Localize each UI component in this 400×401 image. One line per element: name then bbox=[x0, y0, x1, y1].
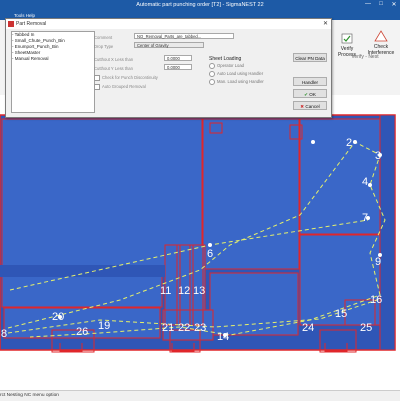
nest-canvas[interactable]: 2 3 4 7 9 6 11 12 13 15 16 20 19 26 21 2… bbox=[0, 95, 400, 390]
operator-load-radio[interactable]: Operator Load bbox=[209, 63, 244, 69]
seq-label: 16 bbox=[370, 294, 382, 306]
cancel-x-icon: ✖ bbox=[300, 104, 305, 109]
clear-pn-data-button[interactable]: Clear PN Data bbox=[293, 53, 327, 62]
cutout-y-label: Cutthout Y Less than bbox=[94, 66, 133, 71]
seq-label: 24 bbox=[302, 322, 314, 334]
auto-load-radio[interactable]: Auto Load using Handler bbox=[209, 71, 263, 77]
removal-tree[interactable]: - Tabbed In - Small_Chute_Punch_Bin - En… bbox=[11, 31, 95, 113]
comment-field[interactable]: NO_Removal_Parts_are_tabbed... bbox=[134, 33, 234, 39]
cutout-x-label: Cutthout X Less than bbox=[94, 57, 134, 62]
minimize-icon[interactable]: — bbox=[363, 1, 373, 7]
seq-label: 14 bbox=[217, 331, 229, 343]
cutout-x-field[interactable]: 0.0000 bbox=[164, 55, 192, 61]
seq-label: 13 bbox=[193, 285, 205, 297]
maximize-icon[interactable]: □ bbox=[376, 1, 386, 7]
check-punch-checkbox[interactable]: Check for Punch Discontinuity bbox=[94, 75, 158, 81]
status-text: rct Nesting NC menu option bbox=[0, 393, 59, 398]
seq-label: 25 bbox=[360, 322, 372, 334]
seq-label: 11 bbox=[160, 285, 171, 297]
status-bar: rct Nesting NC menu option bbox=[0, 390, 400, 401]
check-interference-icon bbox=[374, 30, 388, 42]
title-bar: Automatic part punching order [T2] - Sig… bbox=[0, 0, 400, 11]
dialog-close-icon[interactable]: ✕ bbox=[323, 20, 328, 27]
check-interference-button[interactable]: Check Interference bbox=[365, 30, 397, 56]
verify-process-icon bbox=[341, 33, 353, 44]
seq-label: 8 bbox=[1, 328, 7, 340]
dialog-app-icon bbox=[8, 21, 14, 27]
check-icon: ✔ bbox=[304, 92, 308, 97]
tree-item[interactable]: - Manual Removal bbox=[12, 56, 94, 62]
seq-label: 23 bbox=[194, 322, 206, 334]
ok-button[interactable]: ✔ OK bbox=[293, 89, 327, 98]
cutout-y-field[interactable]: 0.0000 bbox=[164, 64, 192, 70]
seq-label: 26 bbox=[76, 326, 88, 338]
close-icon[interactable]: ✕ bbox=[389, 1, 399, 8]
seq-label: 15 bbox=[335, 308, 347, 320]
seq-label: 19 bbox=[98, 320, 110, 332]
sheet-loading-heading: Sheet Loading bbox=[209, 56, 242, 62]
seq-label: 22 bbox=[178, 322, 190, 334]
manual-load-radio[interactable]: Man. Load using Handler bbox=[209, 79, 264, 85]
window-title: Automatic part punching order [T2] - Sig… bbox=[136, 2, 264, 8]
part-removal-dialog: Part Removal ✕ - Tabbed In - Small_Chute… bbox=[5, 18, 332, 118]
part-top-mid bbox=[202, 118, 300, 270]
handler-button[interactable]: Handler bbox=[293, 77, 327, 86]
comment-label: Comment bbox=[94, 35, 113, 40]
seq-label: 3 bbox=[375, 150, 381, 162]
seq-label: 7 bbox=[362, 212, 368, 224]
part-center bbox=[209, 272, 299, 336]
seq-label: 9 bbox=[375, 256, 381, 268]
drop-type-select[interactable]: Center of Gravity bbox=[134, 42, 204, 48]
ribbon-group-label: Verify - Nest bbox=[351, 54, 379, 60]
drop-type-label: Drop Type bbox=[94, 44, 114, 49]
seq-label: 12 bbox=[178, 285, 190, 297]
sheet-drawing: 2 3 4 7 9 6 11 12 13 15 16 20 19 26 21 2… bbox=[0, 95, 400, 390]
dialog-title: Part Removal bbox=[16, 21, 47, 27]
seq-label: 2 bbox=[346, 137, 352, 149]
auto-grouped-checkbox[interactable]: Auto Grouped Removal bbox=[94, 84, 146, 90]
seq-label: 20 bbox=[52, 311, 64, 323]
dialog-title-bar: Part Removal ✕ bbox=[6, 19, 331, 29]
seq-label: 21 bbox=[162, 322, 174, 334]
cancel-button[interactable]: ✖ Cancel bbox=[293, 101, 327, 110]
seq-label: 6 bbox=[207, 248, 213, 260]
